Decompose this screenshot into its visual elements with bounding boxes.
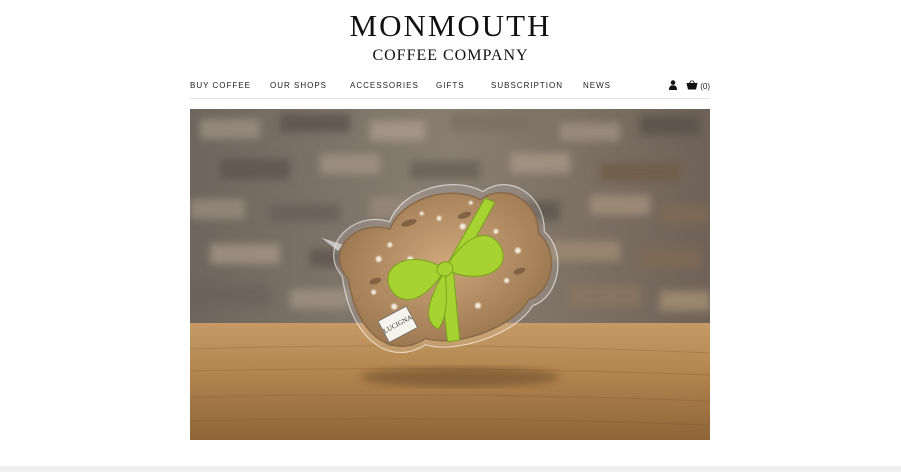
- main-nav: BUY COFFEE OUR SHOPS ACCESSORIES GIFTS S…: [190, 80, 710, 99]
- footer-strip: [0, 466, 901, 472]
- nav-item-buy-coffee[interactable]: BUY COFFEE: [190, 81, 251, 90]
- brand-name-line2: COFFEE COMPANY: [372, 47, 529, 64]
- brand-name-line1: MONMOUTH: [349, 8, 552, 43]
- nav-item-our-shops[interactable]: OUR SHOPS: [270, 81, 327, 90]
- user-icon[interactable]: [669, 77, 678, 95]
- cart-count[interactable]: (0): [700, 82, 710, 91]
- brand-logo[interactable]: MONMOUTH COFFEE COMPANY: [0, 8, 901, 65]
- hero-image: LUCIGNA: [190, 109, 710, 440]
- nav-icons: (0): [669, 79, 710, 93]
- nav-item-gifts[interactable]: GIFTS: [436, 81, 465, 90]
- nav-item-accessories[interactable]: ACCESSORIES: [350, 81, 419, 90]
- basket-icon[interactable]: [686, 77, 698, 95]
- hero-photo-illustration: LUCIGNA: [190, 109, 710, 440]
- nav-item-news[interactable]: NEWS: [583, 81, 611, 90]
- nav-item-subscription[interactable]: SUBSCRIPTION: [491, 81, 563, 90]
